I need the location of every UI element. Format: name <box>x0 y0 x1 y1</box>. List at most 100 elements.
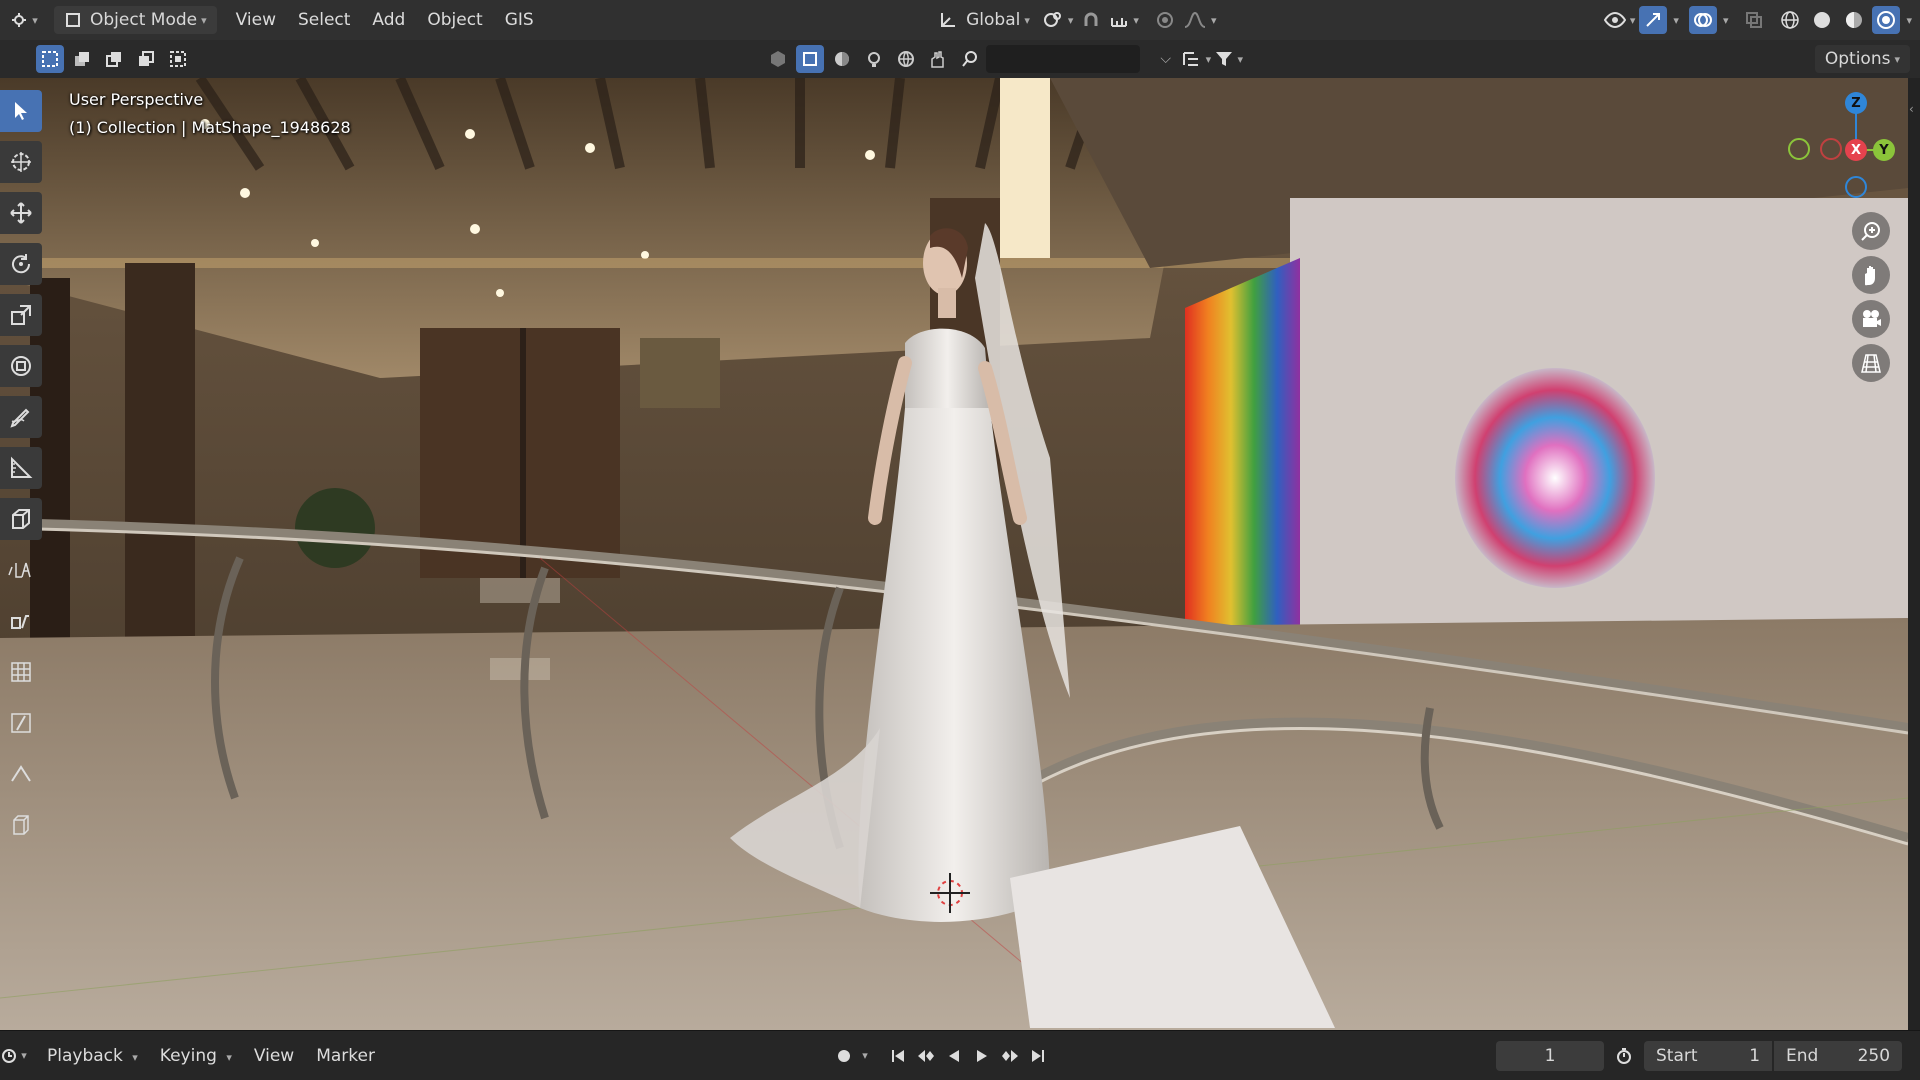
select-mode-new[interactable] <box>36 45 64 73</box>
current-frame-field[interactable]: 1 <box>1496 1040 1605 1071</box>
snap-toggle[interactable] <box>1077 6 1105 34</box>
viewport-3d[interactable]: User Perspective (1) Collection | MatSha… <box>0 78 1908 1030</box>
tool-grid[interactable] <box>0 651 42 693</box>
shading-solid-button[interactable] <box>1808 6 1836 34</box>
chevron-left-icon[interactable]: ‹ <box>1909 102 1914 116</box>
tool-annotate[interactable] <box>0 396 42 438</box>
filter-light-toggle[interactable] <box>860 45 888 73</box>
filter-data-toggle[interactable] <box>924 45 952 73</box>
menu-object[interactable]: Object <box>416 6 493 34</box>
pencil-icon <box>10 408 30 428</box>
tool-box[interactable] <box>0 804 42 846</box>
gizmo-x-axis[interactable]: X <box>1845 139 1867 161</box>
keying-dropdown-icon[interactable]: ▾ <box>862 1049 868 1062</box>
plane-cut-icon <box>11 713 31 733</box>
tool-scale[interactable] <box>0 294 42 336</box>
gizmo-dropdown-icon[interactable]: ▾ <box>1673 14 1679 27</box>
menu-view[interactable]: View <box>225 6 287 34</box>
gizmo-toggle[interactable] <box>1639 6 1668 34</box>
xray-toggle[interactable] <box>1740 6 1768 34</box>
gizmo-neg-z-axis[interactable] <box>1845 176 1867 198</box>
proportional-editing-toggle[interactable] <box>1151 6 1179 34</box>
shading-dropdown-icon[interactable]: ▾ <box>1906 14 1912 27</box>
options-dropdown[interactable]: Options ▾ <box>1814 45 1910 73</box>
pan-button[interactable] <box>1852 256 1890 294</box>
menu-keying[interactable]: Keying ▾ <box>149 1042 243 1070</box>
play-button[interactable] <box>968 1041 996 1071</box>
jump-keyframe-back-button[interactable] <box>912 1041 940 1071</box>
overlays-dropdown-icon[interactable]: ▾ <box>1723 14 1729 27</box>
filter-mesh-toggle[interactable] <box>795 45 824 73</box>
gizmo-y-axis[interactable]: Y <box>1873 139 1895 161</box>
orientation-axes-icon <box>941 13 956 27</box>
tool-rotate[interactable] <box>0 243 42 285</box>
camera-view-button[interactable] <box>1852 300 1890 338</box>
gizmo-arrows-icon <box>1646 13 1661 27</box>
tool-object-utility[interactable] <box>0 600 42 642</box>
chevron-down-icon: ⌵ <box>1160 51 1171 67</box>
eye-icon <box>1603 11 1626 29</box>
menu-timeline-view[interactable]: View <box>243 1042 305 1070</box>
ruler-icon <box>11 456 33 478</box>
tool-transform[interactable] <box>0 345 42 387</box>
falloff-curve-icon <box>1184 11 1206 28</box>
select-mode-intersect[interactable] <box>164 45 192 73</box>
pivot-point-dropdown[interactable]: ▾ <box>1042 6 1073 34</box>
search-options-dropdown[interactable]: ⌵ <box>1150 45 1178 73</box>
end-frame-field[interactable]: End 250 <box>1774 1040 1903 1071</box>
snap-target-dropdown[interactable]: ▾ <box>1109 6 1139 34</box>
menu-playback[interactable]: Playback ▾ <box>36 1042 149 1070</box>
preview-range-toggle[interactable] <box>1610 1041 1638 1071</box>
timeline-editor-type[interactable]: ▾ <box>0 1042 28 1070</box>
zoom-icon <box>1861 222 1880 241</box>
visibility-dropdown[interactable]: ▾ <box>1603 6 1635 34</box>
gizmo-z-axis[interactable]: Z <box>1845 92 1867 114</box>
tool-add-cube[interactable] <box>0 498 42 540</box>
search-button[interactable] <box>956 45 984 73</box>
ortho-toggle-button[interactable] <box>1852 344 1890 382</box>
shading-rendered-button[interactable] <box>1872 6 1901 34</box>
sidebar-edge[interactable]: ‹ <box>1908 78 1920 1030</box>
jump-keyframe-forward-button[interactable] <box>996 1041 1024 1071</box>
proportional-editing-icon <box>1156 12 1173 28</box>
transform-orientation-dropdown[interactable]: Global ▾ <box>930 6 1038 34</box>
start-frame-field[interactable]: Start 1 <box>1644 1040 1773 1071</box>
play-reverse-button[interactable] <box>940 1041 968 1071</box>
overlays-toggle[interactable] <box>1688 6 1717 34</box>
select-mode-invert[interactable] <box>132 45 160 73</box>
jump-start-icon <box>891 1049 904 1062</box>
tool-curve[interactable] <box>0 753 42 795</box>
menu-marker[interactable]: Marker <box>305 1042 386 1070</box>
tool-cursor[interactable] <box>0 141 42 183</box>
filter-world-toggle[interactable] <box>892 45 920 73</box>
select-mode-subtract[interactable] <box>100 45 128 73</box>
menu-select[interactable]: Select <box>287 6 361 34</box>
tool-select-box[interactable] <box>0 90 42 132</box>
shading-material-button[interactable] <box>1840 6 1868 34</box>
filter-all-toggle[interactable] <box>764 45 792 73</box>
select-mode-extend[interactable] <box>68 45 96 73</box>
mode-dropdown[interactable]: Object Mode ▾ <box>54 6 217 34</box>
search-input[interactable] <box>985 45 1140 73</box>
shading-wireframe-button[interactable] <box>1776 6 1804 34</box>
zoom-button[interactable] <box>1852 212 1890 250</box>
menu-gis[interactable]: GIS <box>494 6 545 34</box>
navigation-gizmo[interactable]: Z X Y <box>1778 90 1898 200</box>
end-value: 250 <box>1857 1045 1891 1066</box>
tool-plane-cut[interactable] <box>0 702 42 744</box>
tool-move[interactable] <box>0 192 42 234</box>
jump-end-button[interactable] <box>1024 1041 1052 1071</box>
tool-measure[interactable] <box>0 447 42 489</box>
filter-material-toggle[interactable] <box>828 45 856 73</box>
keyframe-back-icon <box>917 1049 934 1062</box>
display-mode-dropdown[interactable]: ▾ <box>1182 45 1211 73</box>
menu-add[interactable]: Add <box>361 6 416 34</box>
editor-type-button[interactable]: ▾ <box>10 6 38 34</box>
filter-dropdown[interactable]: ▾ <box>1215 45 1243 73</box>
jump-start-button[interactable] <box>884 1041 912 1071</box>
auto-keying-toggle[interactable] <box>830 1041 858 1071</box>
gizmo-neg-y-axis[interactable] <box>1820 138 1842 160</box>
tool-bar[interactable] <box>0 549 42 591</box>
falloff-dropdown[interactable]: ▾ <box>1183 6 1216 34</box>
gizmo-neg-x-axis[interactable] <box>1788 138 1810 160</box>
